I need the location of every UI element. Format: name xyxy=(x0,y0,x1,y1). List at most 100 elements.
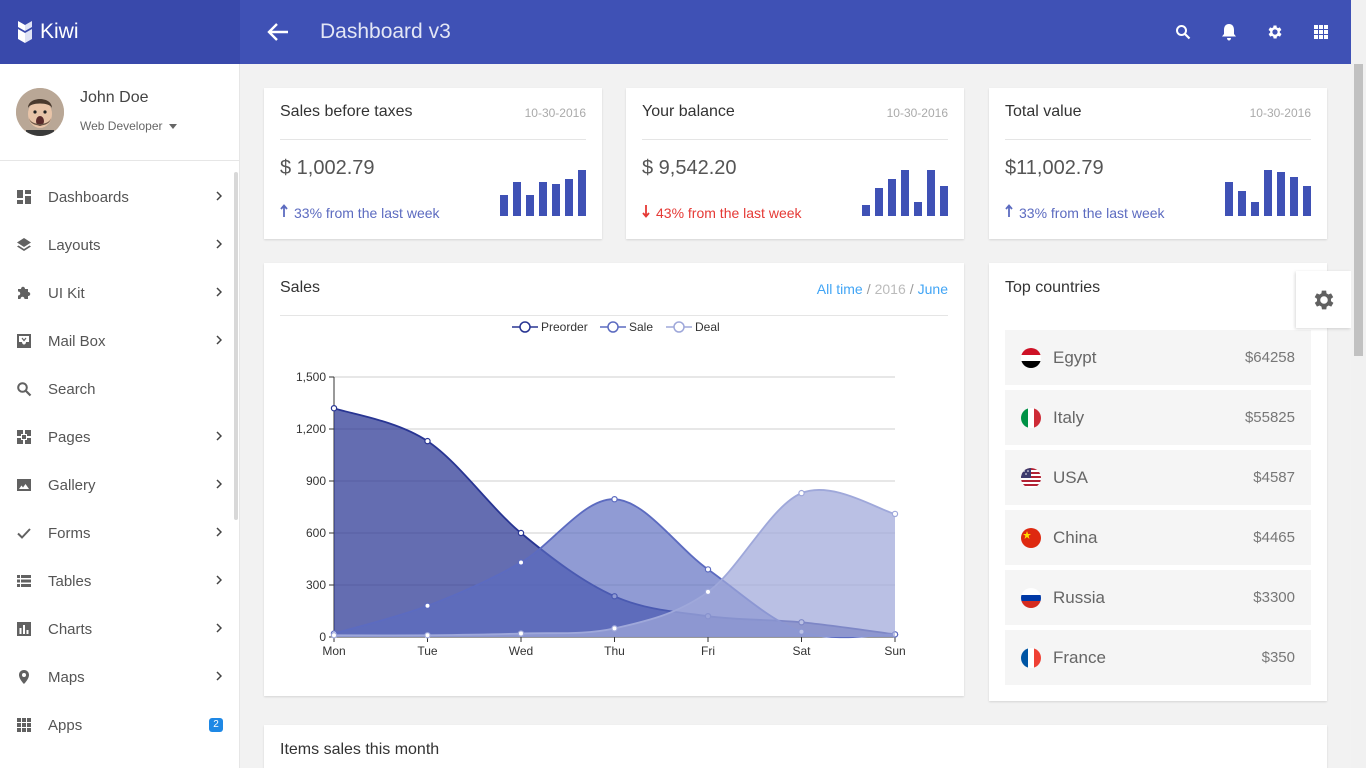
back-arrow-icon[interactable] xyxy=(264,20,292,44)
stat-value: $11,002.79 xyxy=(1005,157,1104,179)
gear-icon xyxy=(1314,290,1333,309)
chevron-right-icon xyxy=(216,191,222,201)
x-tick-label: Wed xyxy=(509,644,533,658)
sidebar-item-label: Layouts xyxy=(48,236,101,254)
y-tick-label: 900 xyxy=(306,474,326,488)
sparkline-bar xyxy=(940,186,948,216)
search-icon[interactable] xyxy=(1173,20,1193,44)
data-point xyxy=(704,588,712,596)
sparkline-bar xyxy=(513,181,521,216)
y-tick-label: 0 xyxy=(319,630,326,644)
chevron-right-icon xyxy=(216,671,222,681)
legend-label: Preorder xyxy=(541,320,588,334)
sidebar-item-dashboards[interactable]: Dashboards xyxy=(0,173,232,221)
sidebar-item-ui-kit[interactable]: UI Kit xyxy=(0,269,232,317)
bell-icon[interactable] xyxy=(1219,20,1239,44)
country-list: Egypt $64258 Italy $55825 USA $4587 China $4465… xyxy=(1005,330,1311,690)
sidebar-item-label: Dashboards xyxy=(48,188,129,206)
top-app-bar: Kiwi Dashboard v3 xyxy=(0,0,1351,64)
country-name: USA xyxy=(1053,467,1088,487)
sidebar-item-tables[interactable]: Tables xyxy=(0,557,232,605)
settings-panel-toggle[interactable] xyxy=(1296,271,1351,328)
country-value: $64258 xyxy=(1244,349,1295,366)
chevron-right-icon xyxy=(216,479,222,489)
legend-label: Deal xyxy=(695,320,720,334)
legend-marker xyxy=(519,321,531,333)
sidebar-item-gallery[interactable]: Gallery xyxy=(0,461,232,509)
country-value: $350 xyxy=(1261,649,1295,666)
sidebar-item-search[interactable]: Search xyxy=(0,365,232,413)
sparkline-bars xyxy=(862,168,948,216)
filter-year[interactable]: 2016 xyxy=(875,281,906,297)
sparkline-bar xyxy=(1251,202,1259,216)
sidebar-item-maps[interactable]: Maps xyxy=(0,653,232,701)
stat-change-text: 43% from the last week xyxy=(656,204,802,221)
stat-date: 10-30-2016 xyxy=(524,106,586,120)
y-tick-label: 300 xyxy=(306,578,326,592)
scrollbar-thumb[interactable] xyxy=(1354,64,1363,356)
data-point xyxy=(704,566,712,573)
chevron-right-icon xyxy=(216,287,222,297)
sidebar-item-charts[interactable]: Charts xyxy=(0,605,232,653)
data-point xyxy=(611,495,618,503)
top-countries-card: Top countries Egypt $64258 Italy $55825 USA $… xyxy=(989,263,1327,701)
country-row-china[interactable]: China $4465 xyxy=(1005,510,1311,565)
country-name: China xyxy=(1053,527,1098,547)
country-name: Italy xyxy=(1053,407,1085,427)
sparkline-bar xyxy=(1238,190,1246,216)
country-row-france[interactable]: France $350 xyxy=(1005,630,1311,685)
country-value: $4587 xyxy=(1253,469,1295,486)
sidebar-nav: Dashboards Layouts UI Kit Mail Box Search Pag… xyxy=(0,173,232,749)
country-row-usa[interactable]: USA $4587 xyxy=(1005,450,1311,505)
layers-icon xyxy=(16,237,32,253)
sparkline-bar xyxy=(888,179,896,216)
sidebar-item-layouts[interactable]: Layouts xyxy=(0,221,232,269)
image-icon xyxy=(16,477,32,493)
avatar[interactable] xyxy=(16,88,64,136)
y-tick-label: 1,200 xyxy=(296,422,326,436)
sparkline-bar xyxy=(539,181,547,216)
sidebar-scrollbar[interactable] xyxy=(234,172,238,520)
russia-flag-icon xyxy=(1021,587,1041,608)
sparkline-bar xyxy=(875,188,883,216)
gear-icon[interactable] xyxy=(1265,20,1285,44)
legend-marker xyxy=(607,321,619,333)
sidebar-item-forms[interactable]: Forms xyxy=(0,509,232,557)
x-tick-label: Tue xyxy=(417,644,438,658)
stat-change-text: 33% from the last week xyxy=(1019,204,1165,221)
country-row-russia[interactable]: Russia $3300 xyxy=(1005,570,1311,625)
map-pin-icon xyxy=(16,669,32,685)
data-point xyxy=(330,404,338,412)
country-row-italy[interactable]: Italy $55825 xyxy=(1005,390,1311,445)
search-icon xyxy=(16,381,32,397)
x-tick-label: Fri xyxy=(701,644,715,658)
arrow-up-icon xyxy=(1005,204,1013,221)
page-scrollbar[interactable] xyxy=(1351,0,1366,768)
sidebar-item-label: Forms xyxy=(48,524,91,542)
sparkline-bar xyxy=(1225,181,1233,216)
filter-all-time[interactable]: All time xyxy=(817,281,863,297)
sidebar-item-label: Apps xyxy=(48,716,83,734)
user-profile: John Doe Web Developer xyxy=(0,64,239,161)
data-point xyxy=(517,630,525,637)
sidebar-item-label: Maps xyxy=(48,668,85,686)
usa-flag-icon xyxy=(1021,467,1041,488)
country-value: $3300 xyxy=(1253,589,1295,606)
stat-date: 10-30-2016 xyxy=(886,106,948,120)
brand[interactable]: Kiwi xyxy=(0,0,240,64)
country-row-egypt[interactable]: Egypt $64258 xyxy=(1005,330,1311,385)
sidebar-item-mail-box[interactable]: Mail Box xyxy=(0,317,232,365)
sidebar-item-apps[interactable]: Apps 2 xyxy=(0,701,232,749)
divider xyxy=(642,139,948,140)
chevron-right-icon xyxy=(216,239,222,249)
filter-month[interactable]: June xyxy=(918,281,948,297)
filter-separator: / xyxy=(909,281,914,297)
sidebar-item-pages[interactable]: Pages xyxy=(0,413,232,461)
sidebar-item-label: UI Kit xyxy=(48,284,85,302)
stat-date: 10-30-2016 xyxy=(1249,106,1311,120)
country-name: Russia xyxy=(1053,587,1105,607)
user-role-dropdown[interactable]: Web Developer xyxy=(80,119,177,133)
dashboard-icon xyxy=(16,189,32,205)
sales-title: Sales xyxy=(280,279,321,296)
apps-grid-icon[interactable] xyxy=(1311,20,1331,44)
